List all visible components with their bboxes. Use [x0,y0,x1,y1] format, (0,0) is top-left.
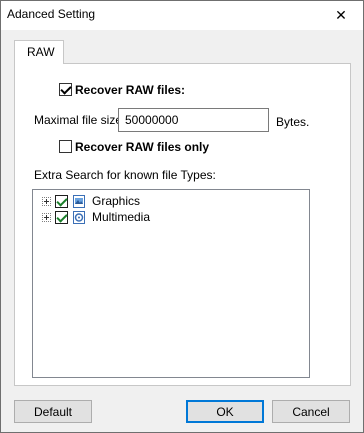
tab-raw-label: RAW [27,45,55,59]
tree-item-label[interactable]: Graphics [92,194,140,208]
max-size-field[interactable]: 50000000 [118,108,269,132]
ok-button[interactable]: OK [186,400,264,423]
tab-raw[interactable]: RAW [14,40,64,64]
recover-raw-only-checkbox[interactable] [59,140,72,153]
cancel-button[interactable]: Cancel [272,400,350,423]
extra-search-label: Extra Search for known file Types: [34,168,216,182]
title-bar: Adanced Setting ✕ [1,1,363,30]
multimedia-checkbox[interactable] [55,211,68,224]
dialog-window: Adanced Setting ✕ RAW Recover RAW files:… [0,0,364,433]
expand-icon[interactable] [42,197,51,206]
close-icon[interactable]: ✕ [323,1,359,30]
max-size-label: Maximal file size: [34,113,126,127]
multimedia-icon [73,211,85,224]
default-button[interactable]: Default [14,400,92,423]
recover-raw-checkbox[interactable] [59,83,72,96]
graphics-checkbox[interactable] [55,195,68,208]
graphics-icon [73,195,85,208]
recover-raw-only-label: Recover RAW files only [75,140,210,154]
file-types-tree[interactable]: Graphics Multimedia [32,189,310,378]
expand-icon[interactable] [42,213,51,222]
tree-item-label[interactable]: Multimedia [92,210,150,224]
recover-raw-label: Recover RAW files: [75,83,186,97]
max-size-unit: Bytes. [276,115,310,129]
window-title: Adanced Setting [7,7,96,21]
